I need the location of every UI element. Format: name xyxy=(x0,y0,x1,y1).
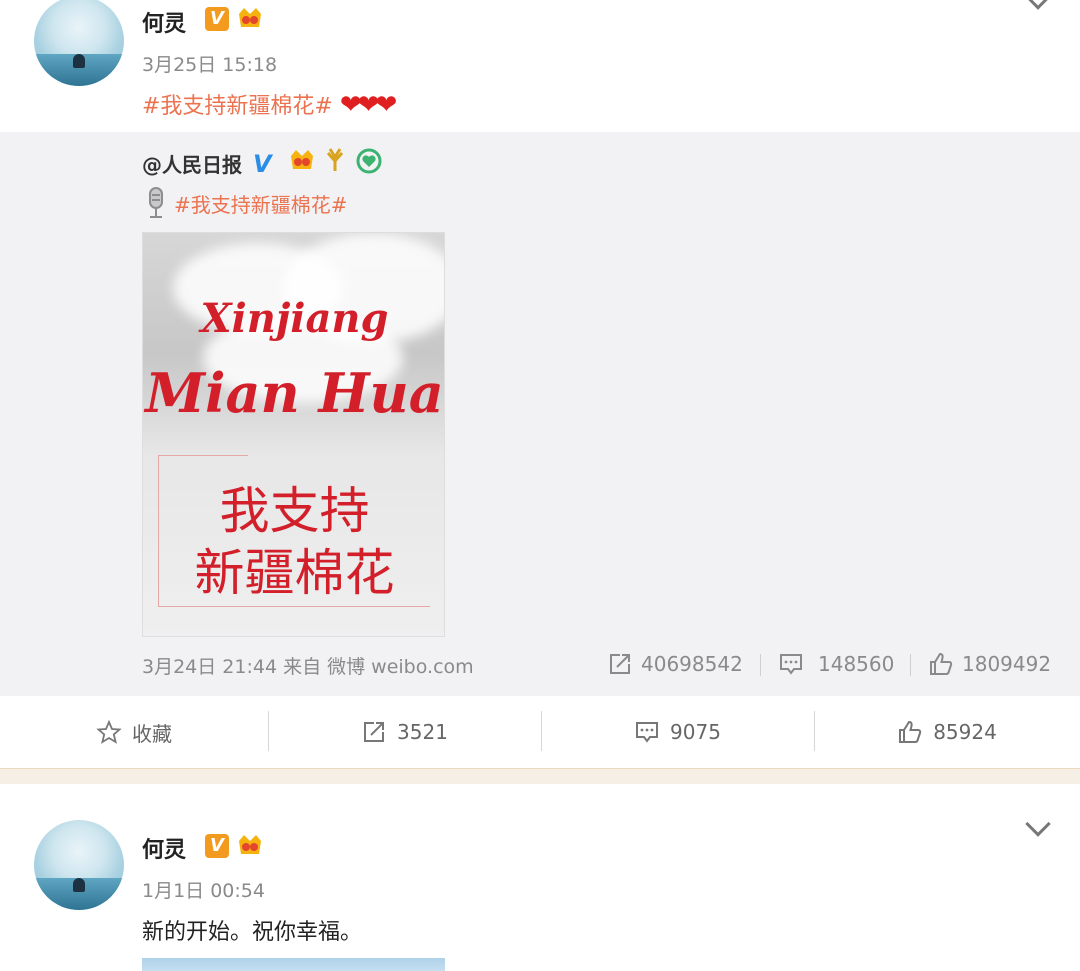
avatar[interactable] xyxy=(34,820,124,910)
crown-icon xyxy=(291,150,313,169)
username[interactable]: 何灵 xyxy=(142,6,186,38)
post-time[interactable]: 1月1日 00:54 xyxy=(142,876,265,903)
favorite-button[interactable]: 收藏 xyxy=(0,696,268,768)
repost-hashtag-link[interactable]: #我支持新疆棉花# xyxy=(174,189,348,218)
feed-divider xyxy=(0,768,1080,784)
thumbs-up-icon xyxy=(930,652,953,675)
comment-icon xyxy=(636,722,659,743)
like-button[interactable]: 85924 xyxy=(814,696,1080,768)
chevron-down-icon[interactable] xyxy=(1025,811,1051,837)
heart-badge-icon xyxy=(356,148,382,174)
image-text-cn2: 新疆棉花 xyxy=(194,544,395,602)
username[interactable]: 何灵 xyxy=(142,832,186,864)
repost-button[interactable]: 3521 xyxy=(268,696,541,768)
post-text: #我支持新疆棉花# ❤❤❤ xyxy=(142,88,397,120)
share-icon xyxy=(610,654,630,674)
crown-icon xyxy=(239,835,261,854)
repost-like-count[interactable]: 1809492 xyxy=(928,651,1051,677)
thumbs-up-icon xyxy=(899,720,922,743)
wheat-icon xyxy=(326,148,344,171)
post-image[interactable]: Xinjiang Mian Hua 我支持 新疆棉花 xyxy=(142,232,445,637)
verified-badge-icon: V xyxy=(252,150,272,178)
chevron-down-icon[interactable] xyxy=(1025,0,1051,10)
image-text-mianhua: Mian Hua xyxy=(145,361,444,425)
comment-button[interactable]: 9075 xyxy=(541,696,814,768)
avatar[interactable] xyxy=(34,0,124,86)
repost-meta[interactable]: 3月24日 21:44 来自 微博 weibo.com xyxy=(142,652,474,679)
vip-badge-icon: V xyxy=(205,834,229,858)
image-text-xinjiang: Xinjiang xyxy=(200,295,389,342)
repost-card[interactable]: @人民日报 V #我支持新疆棉花# Xinjiang Mian Hua 我支持 … xyxy=(0,132,1080,696)
share-icon xyxy=(364,722,385,742)
repost-username[interactable]: @人民日报 V xyxy=(142,149,272,178)
action-bar: 收藏 3521 9075 85924 xyxy=(0,696,1080,768)
crown-icon xyxy=(239,8,261,27)
repost-comment-count[interactable]: 148560 xyxy=(778,651,894,677)
post-time[interactable]: 3月25日 15:18 xyxy=(142,50,277,77)
post-image[interactable] xyxy=(142,958,445,971)
hashtag-link[interactable]: #我支持新疆棉花# xyxy=(142,94,333,119)
vip-badge-icon: V xyxy=(205,7,229,31)
comment-icon xyxy=(780,654,802,675)
repost-repost-count[interactable]: 40698542 xyxy=(607,651,743,677)
hearts-emoji: ❤❤❤ xyxy=(339,90,397,120)
microphone-icon xyxy=(149,187,163,218)
star-icon xyxy=(96,719,122,744)
post-text: 新的开始。祝你幸福。 xyxy=(142,920,363,945)
